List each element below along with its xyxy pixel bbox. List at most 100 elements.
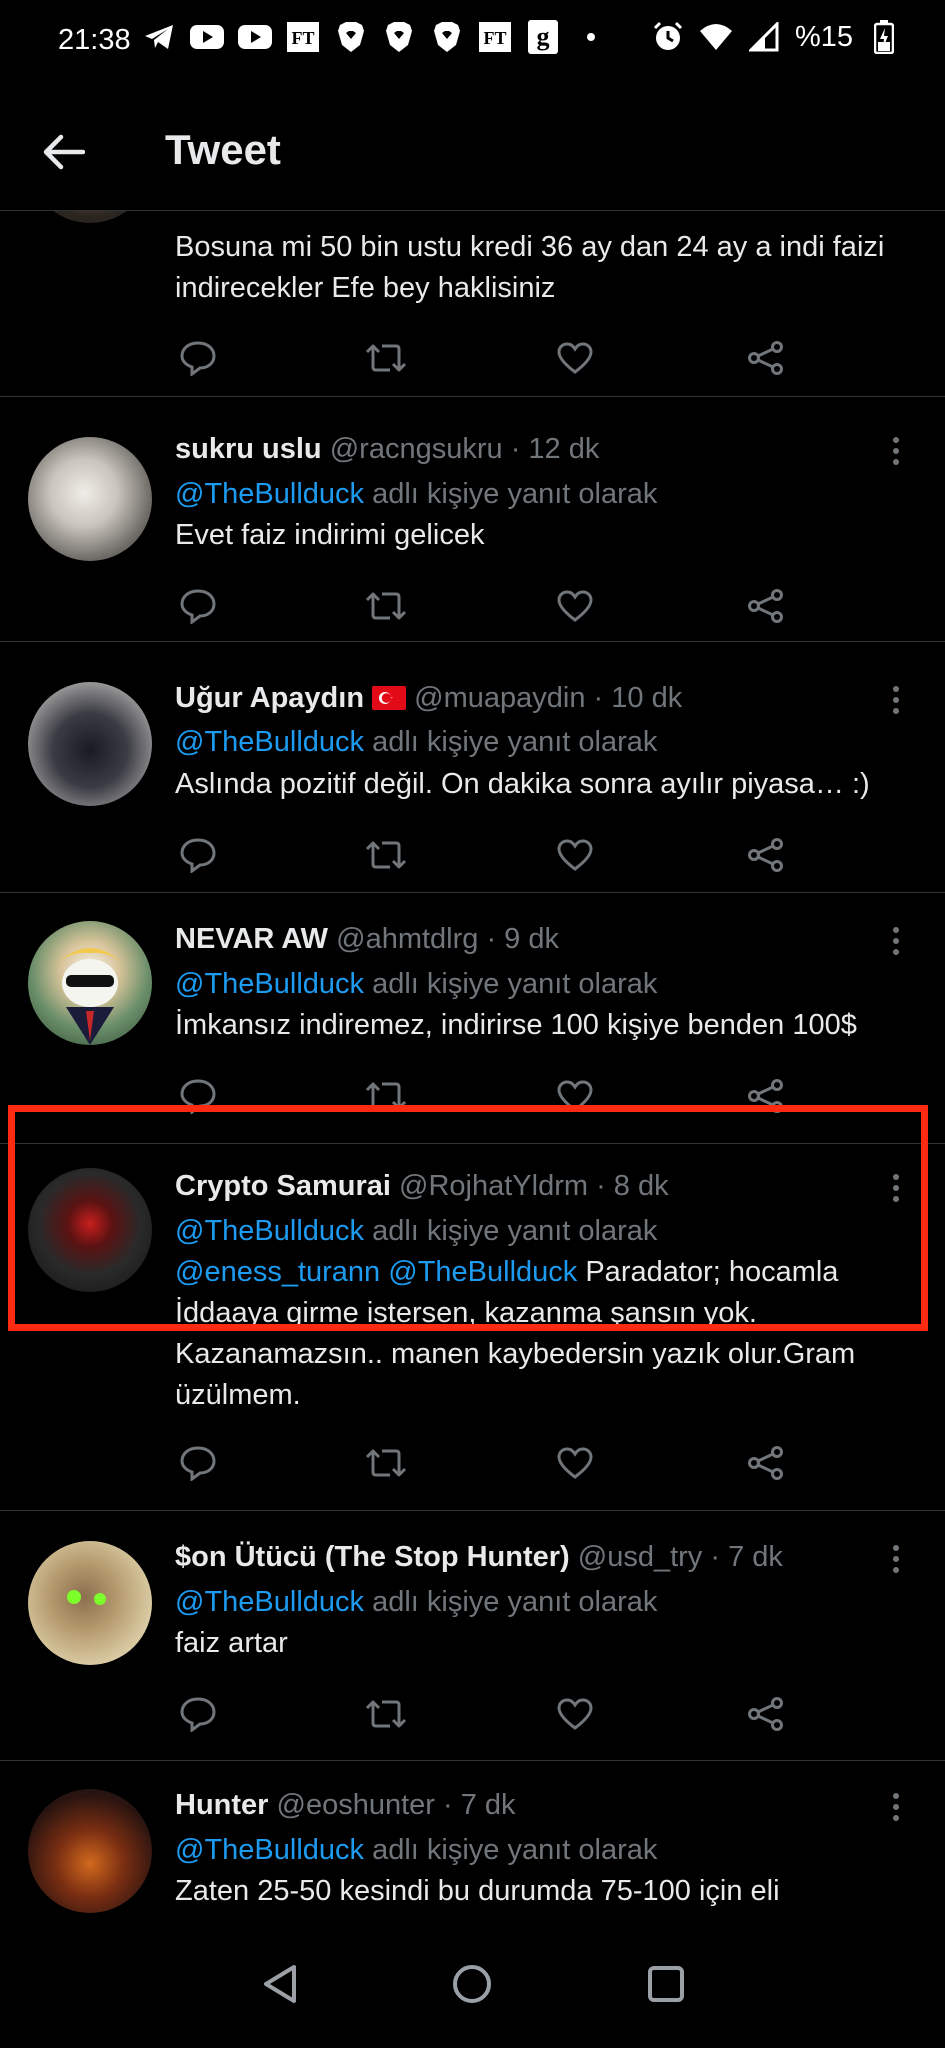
display-name[interactable]: NEVAR AW — [175, 923, 328, 955]
more-options-button[interactable] — [885, 1787, 907, 1827]
turkey-flag-icon — [372, 686, 407, 710]
avatar[interactable] — [28, 1541, 152, 1665]
tweet-text: @eness_turann @TheBullduck Paradator; ho… — [175, 1252, 909, 1416]
tweet-card[interactable]: Crypto Samurai @RojhatYldrm · 8 dk @TheB… — [0, 1144, 945, 1511]
comment-icon — [180, 838, 216, 873]
heart-icon — [557, 1080, 593, 1112]
more-options-button[interactable] — [885, 921, 907, 961]
tweet-text: İmkansız indiremez, indirirse 100 kişiye… — [175, 1009, 857, 1041]
reply-mention-link[interactable]: @TheBullduck — [175, 478, 364, 510]
share-icon — [748, 589, 783, 623]
retweet-button[interactable] — [361, 581, 411, 631]
reply-button[interactable] — [173, 1689, 223, 1739]
reply-context-text: adlı kişiye yanıt olarak — [364, 1586, 658, 1618]
retweet-button[interactable] — [361, 1438, 411, 1488]
tweet-header: $on Ütücü (The Stop Hunter) @usd_try · 7… — [175, 1541, 905, 1574]
retweet-button[interactable] — [361, 830, 411, 880]
page-title: Tweet — [165, 126, 281, 173]
like-button[interactable] — [550, 1689, 600, 1739]
battery-percent: %15 — [794, 20, 853, 53]
retweet-button[interactable] — [361, 1689, 411, 1739]
heart-icon — [557, 590, 593, 622]
avatar[interactable] — [28, 1789, 152, 1913]
avatar[interactable] — [28, 437, 152, 561]
user-handle: @RojhatYldrm — [399, 1170, 589, 1202]
retweet-button[interactable] — [361, 1071, 411, 1121]
reply-button[interactable] — [173, 830, 223, 880]
retweet-icon — [365, 841, 407, 869]
share-icon — [748, 341, 783, 375]
retweet-button[interactable] — [361, 333, 411, 383]
share-button[interactable] — [741, 1438, 791, 1488]
avatar[interactable] — [28, 921, 152, 1045]
like-button[interactable] — [550, 1071, 600, 1121]
mention-link[interactable]: @eness_turann — [175, 1256, 380, 1288]
display-name[interactable]: Crypto Samurai — [175, 1170, 391, 1202]
more-options-button[interactable] — [885, 431, 907, 471]
signal-icon — [747, 20, 781, 54]
retweet-icon — [365, 1449, 407, 1477]
tweet-header: Uğur Apaydın @muapaydin · 10 dk — [175, 682, 905, 715]
display-name[interactable]: Hunter — [175, 1789, 268, 1821]
like-button[interactable] — [550, 333, 600, 383]
retweet-icon — [365, 344, 407, 372]
tweet-card[interactable]: $on Ütücü (The Stop Hunter) @usd_try · 7… — [0, 1511, 945, 1761]
display-name[interactable]: Uğur Apaydın — [175, 682, 364, 714]
reply-button[interactable] — [173, 581, 223, 631]
nav-home-button[interactable] — [444, 1956, 500, 2012]
share-icon — [748, 1697, 783, 1731]
share-button[interactable] — [741, 333, 791, 383]
svg-text:g: g — [537, 22, 550, 51]
retweet-icon — [365, 1700, 407, 1728]
tweet-card[interactable]: sukru uslu @racngsukru · 12 dk @TheBulld… — [0, 397, 945, 642]
tweet-text: Evet faiz indirimi gelicek — [175, 519, 485, 551]
nav-recents-button[interactable] — [638, 1956, 694, 2012]
retweet-icon — [365, 1082, 407, 1110]
share-button[interactable] — [741, 1689, 791, 1739]
tweet-card[interactable]: Uğur Apaydın @muapaydin · 10 dk @TheBull… — [0, 642, 945, 893]
comment-icon — [180, 1446, 216, 1481]
reply-context: @TheBullduck adlı kişiye yanıt olarak — [175, 1834, 657, 1867]
mention-link[interactable]: @TheBullduck — [388, 1256, 577, 1288]
reply-context-text: adlı kişiye yanıt olarak — [364, 478, 658, 510]
reply-button[interactable] — [173, 333, 223, 383]
avatar[interactable] — [28, 211, 152, 223]
share-button[interactable] — [741, 830, 791, 880]
reply-mention-link[interactable]: @TheBullduck — [175, 726, 364, 758]
tweet-text: faiz artar — [175, 1627, 288, 1659]
tweet-card[interactable]: Bosuna mi 50 bin ustu kredi 36 ay dan 24… — [0, 211, 945, 397]
system-icons: %15 — [651, 20, 901, 54]
more-options-button[interactable] — [885, 1168, 907, 1208]
share-button[interactable] — [741, 581, 791, 631]
like-button[interactable] — [550, 830, 600, 880]
avatar[interactable] — [28, 682, 152, 806]
nav-back-button[interactable] — [252, 1956, 308, 2012]
reply-mention-link[interactable]: @TheBullduck — [175, 1834, 364, 1866]
reply-mention-link[interactable]: @TheBullduck — [175, 1586, 364, 1618]
reply-button[interactable] — [173, 1438, 223, 1488]
tweet-card[interactable]: NEVAR AW @ahmtdlrg · 9 dk @TheBullduck a… — [0, 893, 945, 1144]
status-time: 21:38 — [58, 24, 131, 56]
like-button[interactable] — [550, 1438, 600, 1488]
g-icon: g — [526, 20, 560, 54]
share-button[interactable] — [741, 1071, 791, 1121]
tweet-card[interactable]: Hunter @eoshunter · 7 dk @TheBullduck ad… — [0, 1761, 945, 1916]
avatar[interactable] — [28, 1168, 152, 1292]
share-icon — [748, 1446, 783, 1480]
replies-feed[interactable]: Bosuna mi 50 bin ustu kredi 36 ay dan 24… — [0, 211, 945, 1916]
svg-text:FT: FT — [291, 28, 314, 48]
reply-context-text: adlı kişiye yanıt olarak — [364, 968, 658, 1000]
user-handle: @eoshunter — [276, 1789, 435, 1821]
more-options-button[interactable] — [885, 1539, 907, 1579]
display-name[interactable]: sukru uslu — [175, 433, 322, 465]
tweet-time: · 8 dk — [596, 1170, 669, 1202]
ft-icon: FT — [478, 20, 512, 54]
reply-button[interactable] — [173, 1071, 223, 1121]
display-name[interactable]: $on Ütücü (The Stop Hunter) — [175, 1541, 570, 1573]
tweet-time: · 12 dk — [510, 433, 600, 465]
reply-mention-link[interactable]: @TheBullduck — [175, 968, 364, 1000]
more-options-button[interactable] — [885, 680, 907, 720]
reply-mention-link[interactable]: @TheBullduck — [175, 1215, 364, 1247]
back-button[interactable] — [36, 124, 92, 180]
like-button[interactable] — [550, 581, 600, 631]
